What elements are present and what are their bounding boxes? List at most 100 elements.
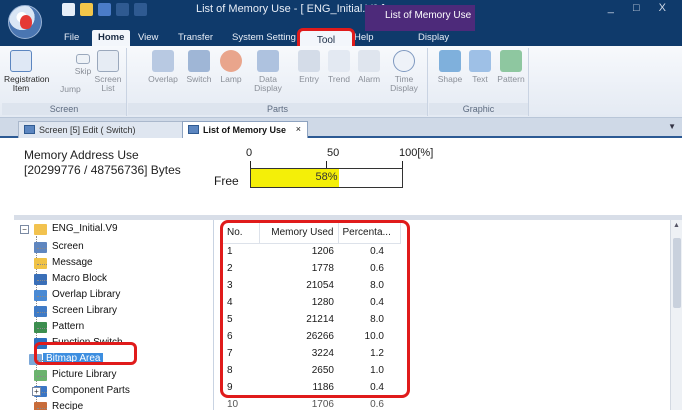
tree-branch-line xyxy=(37,408,47,409)
table-cell-memory-used: 26266 xyxy=(306,331,334,342)
table-cell-percentage: 0.4 xyxy=(370,382,384,393)
jump-label: Jump xyxy=(60,84,81,94)
table-row[interactable]: 5 21214 8.0 xyxy=(223,311,400,328)
table-cell-memory-used: 21214 xyxy=(306,314,334,325)
redo-icon[interactable] xyxy=(134,3,147,16)
switch-button[interactable]: Switch xyxy=(184,50,214,84)
new-icon[interactable] xyxy=(62,3,75,16)
table-row[interactable]: 9 1186 0.4 xyxy=(223,379,400,396)
overlap-button[interactable]: Overlap xyxy=(146,50,180,84)
entry-icon xyxy=(298,50,320,72)
table-cell-no: 6 xyxy=(227,331,233,342)
open-icon[interactable] xyxy=(80,3,93,16)
screen-list-button[interactable]: Screen List xyxy=(92,50,124,93)
entry-button[interactable]: Entry xyxy=(294,50,324,84)
tab-transfer[interactable]: Transfer xyxy=(178,32,213,43)
shape-button[interactable]: Shape xyxy=(435,50,465,84)
tree-branch-line xyxy=(37,264,47,265)
doc-tab-screen-edit-label: Screen [5] Edit ( Switch) xyxy=(39,125,136,135)
table-cell-percentage: 1.0 xyxy=(370,365,384,376)
graphic-group-label: Graphic xyxy=(429,103,528,115)
scroll-up-icon[interactable]: ▲ xyxy=(673,222,680,229)
table-cell-percentage: 0.4 xyxy=(370,297,384,308)
table-row[interactable]: 8 2650 1.0 xyxy=(223,362,400,379)
tab-view[interactable]: View xyxy=(138,32,158,43)
tab-list-dropdown-icon[interactable]: ▼ xyxy=(668,122,676,131)
tree-item-screen[interactable]: Screen xyxy=(34,241,84,253)
tree-item-screen-library[interactable]: Screen Library xyxy=(34,305,118,317)
alarm-label: Alarm xyxy=(357,74,381,84)
registration-item-button[interactable]: Registration Item xyxy=(4,50,49,93)
bitmap-area-highlight xyxy=(34,342,137,365)
trend-icon xyxy=(328,50,350,72)
expand-component-parts-icon[interactable]: + xyxy=(32,387,41,396)
tree-item-component-parts[interactable]: Component Parts xyxy=(34,385,130,397)
table-row[interactable]: 1 1206 0.4 xyxy=(223,243,400,260)
lamp-button[interactable]: Lamp xyxy=(216,50,246,84)
trend-button[interactable]: Trend xyxy=(324,50,354,84)
time-display-button[interactable]: Time Display xyxy=(386,50,422,93)
tree-item-picture-library[interactable]: Picture Library xyxy=(34,369,116,381)
data-display-button[interactable]: Data Display xyxy=(250,50,286,93)
memory-usage-bar: 58% xyxy=(250,168,403,188)
tree-item-message[interactable]: Message xyxy=(34,257,93,269)
scrollbar-thumb[interactable] xyxy=(673,238,681,308)
jump-button[interactable]: Jump xyxy=(60,85,94,94)
save-icon[interactable] xyxy=(98,3,111,16)
doc-tab-screen-edit[interactable]: Screen [5] Edit ( Switch) xyxy=(18,121,186,138)
column-header-memory-used[interactable]: Memory Used xyxy=(259,223,339,244)
window-title: List of Memory Use - [ ENG_Initial.V9 ] xyxy=(196,3,385,15)
tab-display[interactable]: Display xyxy=(418,32,449,43)
tab-home[interactable]: Home xyxy=(92,30,131,46)
table-cell-memory-used: 1778 xyxy=(311,263,334,274)
tree-item-overlap-library[interactable]: Overlap Library xyxy=(34,289,120,301)
alarm-button[interactable]: Alarm xyxy=(354,50,384,84)
tab-tool-label: Tool xyxy=(316,35,336,46)
text-button[interactable]: Text xyxy=(465,50,495,84)
overlap-label: Overlap xyxy=(148,74,178,84)
tree-root[interactable]: ENG_Initial.V9 xyxy=(34,223,118,235)
table-cell-no: 1 xyxy=(227,246,233,258)
column-header-percentage[interactable]: Percenta... xyxy=(338,223,401,244)
table-cell-percentage: 10.0 xyxy=(364,331,384,342)
table-cell-percentage: 0.6 xyxy=(370,399,384,410)
memory-table-panel: No. Memory Used Percenta... 1 1206 0.4 2 177… xyxy=(220,220,670,410)
skip-icon xyxy=(76,54,90,64)
tab-help[interactable]: Help xyxy=(354,32,374,43)
vertical-scrollbar[interactable]: ▲ xyxy=(670,220,682,410)
close-tab-icon[interactable]: × xyxy=(296,124,301,134)
table-cell-no: 10 xyxy=(227,399,239,410)
pattern-button[interactable]: Pattern xyxy=(495,50,527,84)
table-row[interactable]: 3 21054 8.0 xyxy=(223,277,400,294)
ribbon-group-graphic: Shape Text Pattern Graphic xyxy=(429,48,529,116)
table-row[interactable]: 6 26266 10.0 xyxy=(223,328,400,345)
window-controls[interactable]: _ □ X xyxy=(608,2,674,14)
table-cell-no: 5 xyxy=(227,314,233,325)
doc-tab-memory-use-label: List of Memory Use xyxy=(203,125,287,135)
table-row[interactable]: 7 3224 1.2 xyxy=(223,345,400,362)
table-cell-percentage: 1.2 xyxy=(370,348,384,359)
tree-item-recipe[interactable]: Recipe xyxy=(34,401,84,410)
tree-item-label: Screen Library xyxy=(52,305,118,316)
table-row[interactable]: 10 1706 0.6 xyxy=(223,396,400,410)
free-label: Free xyxy=(214,174,239,188)
tree-item-label: Message xyxy=(52,257,93,268)
table-row[interactable]: 2 1778 0.6 xyxy=(223,260,400,277)
doc-tab-memory-use[interactable]: List of Memory Use × xyxy=(182,121,308,138)
table-row[interactable]: 4 1280 0.4 xyxy=(223,294,400,311)
table-cell-memory-used: 1706 xyxy=(311,399,334,410)
column-header-no[interactable]: No. xyxy=(223,223,260,244)
scale-label-100: 100[%] xyxy=(399,147,434,159)
time-display-label: Time Display xyxy=(390,74,418,93)
undo-icon[interactable] xyxy=(116,3,129,16)
table-cell-no: 8 xyxy=(227,365,233,376)
tree-item-macro-block[interactable]: Macro Block xyxy=(34,273,107,285)
tree-item-pattern[interactable]: Pattern xyxy=(34,321,84,333)
trend-label: Trend xyxy=(328,74,350,84)
tree-branch-line xyxy=(37,376,47,377)
collapse-root-icon[interactable]: − xyxy=(20,225,29,234)
tree-item-label: Recipe xyxy=(52,401,84,410)
memory-use-table: No. Memory Used Percenta... 1 1206 0.4 2 177… xyxy=(223,223,401,410)
tab-file[interactable]: File xyxy=(64,32,79,43)
tab-system-setting[interactable]: System Setting xyxy=(232,32,296,43)
